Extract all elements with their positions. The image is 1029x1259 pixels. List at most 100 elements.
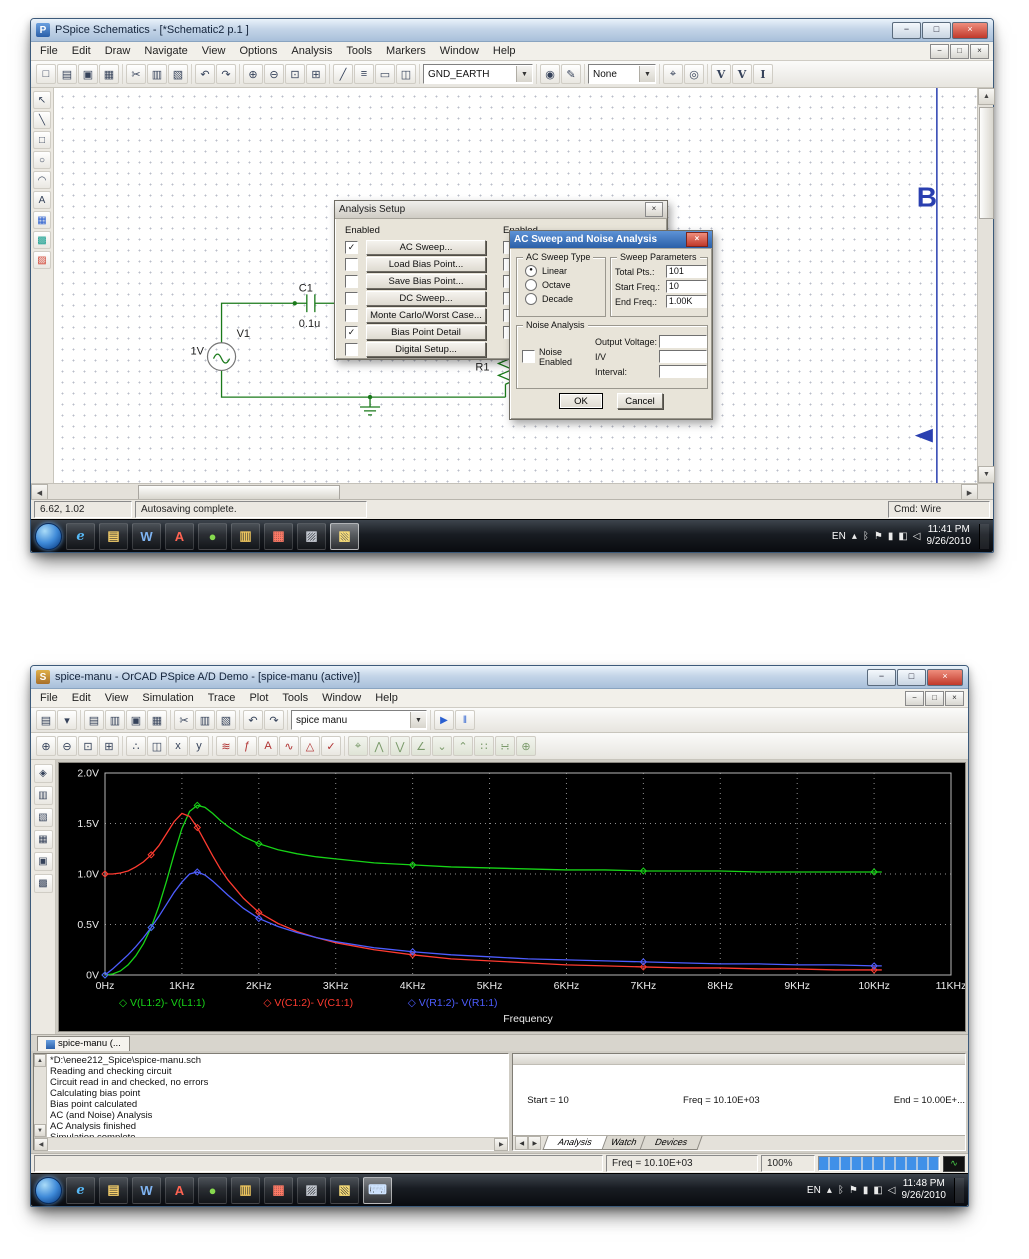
probe-plot-svg[interactable]: 0V0.5V1.0V1.5V2.0V0Hz 1KHz 2KHz 3KHz 4KHz 5KH…	[59, 763, 965, 1031]
r1-refdes[interactable]: R1	[475, 361, 489, 373]
scroll-left-icon[interactable]: ◀	[34, 1138, 48, 1151]
sweep-type-radio[interactable]: ● Linear	[525, 264, 605, 278]
menu-item[interactable]: Help	[368, 689, 405, 707]
action-center-icon[interactable]: ⚑	[849, 1185, 858, 1196]
noise-input[interactable]	[659, 335, 707, 348]
bluetooth-icon[interactable]: ᛒ	[838, 1185, 844, 1196]
ok-button[interactable]: OK	[559, 393, 603, 409]
mdi-minimize-button[interactable]: −	[930, 43, 949, 59]
menu-item[interactable]: Markers	[379, 42, 433, 60]
voltage-diff-marker-icon[interactable]: V	[732, 64, 752, 84]
scroll-right-icon[interactable]: ▶	[494, 1138, 509, 1151]
print-icon[interactable]: ▦	[99, 64, 119, 84]
tab-scroll-right-icon[interactable]: ▶	[528, 1136, 542, 1150]
c1-refdes[interactable]: C1	[299, 282, 313, 294]
print-plot-icon[interactable]: ▦	[33, 830, 53, 849]
start-button[interactable]	[35, 522, 62, 550]
undo-icon[interactable]: ↶	[243, 710, 263, 730]
word-icon[interactable]: W	[132, 1176, 161, 1204]
show-desktop-button[interactable]	[979, 523, 989, 549]
sweep-type-radio[interactable]: Octave	[525, 278, 605, 292]
analysis-setup-button[interactable]: Monte Carlo/Worst Case...	[366, 308, 486, 323]
cut-icon[interactable]: ✂	[126, 64, 146, 84]
menu-item[interactable]: Trace	[201, 689, 243, 707]
redo-icon[interactable]: ↷	[216, 64, 236, 84]
analysis-setup-button[interactable]: AC Sweep...	[366, 240, 486, 255]
zoom-area-icon[interactable]: ⊡	[285, 64, 305, 84]
draw-circle-icon[interactable]: ○	[33, 151, 51, 169]
mdi-minimize-button[interactable]: −	[905, 690, 924, 706]
show-desktop-button[interactable]	[954, 1177, 964, 1203]
status-tab[interactable]: Devices	[639, 1136, 703, 1150]
new-icon[interactable]: □	[36, 64, 56, 84]
paste-icon[interactable]: ▧	[168, 64, 188, 84]
menu-item[interactable]: Edit	[65, 689, 98, 707]
taskbar-clock[interactable]: 11:41 PM 9/26/2010	[927, 524, 974, 549]
c1-value[interactable]: 0.1u	[299, 318, 320, 330]
cursor-peak-icon[interactable]: ⋀	[369, 736, 389, 756]
hidden-icons-chevron[interactable]: ▴	[827, 1185, 832, 1196]
enabled-checkbox[interactable]: ✓	[345, 326, 358, 339]
documents-icon[interactable]: ▥	[231, 522, 260, 550]
log-y-axis-icon[interactable]: y	[189, 736, 209, 756]
menu-item[interactable]: View	[98, 689, 136, 707]
dialog-title-bar[interactable]: AC Sweep and Noise Analysis ×	[510, 231, 712, 249]
mdi-close-button[interactable]: ×	[945, 690, 964, 706]
documents-icon[interactable]: ▥	[231, 1176, 260, 1204]
draw-line-icon[interactable]: ╲	[33, 111, 51, 129]
chart-app-icon[interactable]: ▨	[297, 522, 326, 550]
onscreen-keyboard-icon[interactable]: ⌨	[363, 1176, 392, 1204]
paste-icon[interactable]: ▧	[33, 808, 53, 827]
pspice-ad-task-icon[interactable]: ▧	[330, 1176, 359, 1204]
edit-symbol-icon[interactable]: ◫	[396, 64, 416, 84]
probe-plot-window[interactable]: 0V 0.5V 1.0V 1.5V 2.0V 0Hz 1KHz 2KHz 3KHz 4KHz 5KH…	[58, 762, 966, 1032]
marker-combo[interactable]: None ▼	[588, 64, 656, 84]
new-profile-icon[interactable]: ▤	[36, 710, 56, 730]
pspice-schematics-task-icon[interactable]: ▧	[330, 522, 359, 550]
zoom-fit-icon[interactable]: ⊞	[99, 736, 119, 756]
cursor-search-icon[interactable]: ∺	[495, 736, 515, 756]
menu-item[interactable]: View	[195, 42, 233, 60]
zoom-fit-icon[interactable]: ⊞	[306, 64, 326, 84]
part-combo[interactable]: GND_EARTH ▼	[423, 64, 533, 84]
parameter-input[interactable]: 1.00K	[665, 295, 707, 308]
toolbox-icon[interactable]: ▦	[264, 522, 293, 550]
menu-item[interactable]: File	[33, 689, 65, 707]
zoom-area-icon[interactable]: ⊡	[78, 736, 98, 756]
parameter-input[interactable]: 101	[665, 265, 707, 278]
language-indicator[interactable]: EN	[832, 531, 846, 542]
dialog-close-button[interactable]: ×	[686, 232, 708, 247]
vertical-scrollbar[interactable]: ▲ ▼	[977, 88, 995, 483]
menu-item[interactable]: Edit	[65, 42, 98, 60]
dialog-title-bar[interactable]: Analysis Setup ×	[335, 201, 667, 219]
save-plot-icon[interactable]: ▣	[33, 852, 53, 871]
mdi-restore-button[interactable]: □	[950, 43, 969, 59]
analysis-setup-button[interactable]: Load Bias Point...	[366, 257, 486, 272]
draw-bus-icon[interactable]: ≡	[354, 64, 374, 84]
ie-icon[interactable]: e	[66, 1176, 95, 1204]
analysis-setup-button[interactable]: Save Bias Point...	[366, 274, 486, 289]
combo-arrow-icon[interactable]: ▼	[516, 66, 532, 82]
tab-scroll-left-icon[interactable]: ◀	[515, 1136, 529, 1150]
run-simulation-icon[interactable]: ▶	[434, 710, 454, 730]
mark-label-icon[interactable]: ⊕	[516, 736, 536, 756]
log-x-axis-icon[interactable]: x	[168, 736, 188, 756]
zoom-out-icon[interactable]: ⊖	[57, 736, 77, 756]
enabled-checkbox[interactable]	[345, 309, 358, 322]
menu-item[interactable]: Draw	[98, 42, 138, 60]
v1-refdes[interactable]: V1	[237, 328, 250, 340]
menu-item[interactable]: Window	[433, 42, 486, 60]
sweep-type-radio[interactable]: Decade	[525, 292, 605, 306]
noise-input[interactable]	[659, 365, 707, 378]
zoom-in-icon[interactable]: ⊕	[243, 64, 263, 84]
get-part-icon[interactable]: ◉	[540, 64, 560, 84]
scrollbar-thumb[interactable]	[138, 485, 340, 500]
show-plots-icon[interactable]: ◫	[147, 736, 167, 756]
save-icon[interactable]: ▣	[78, 64, 98, 84]
scrollbar-thumb[interactable]	[979, 107, 994, 219]
close-button[interactable]: ×	[927, 668, 963, 686]
mdi-close-button[interactable]: ×	[970, 43, 989, 59]
menu-item[interactable]: Tools	[275, 689, 315, 707]
performance-analysis-icon[interactable]: △	[300, 736, 320, 756]
redo-icon[interactable]: ↷	[264, 710, 284, 730]
